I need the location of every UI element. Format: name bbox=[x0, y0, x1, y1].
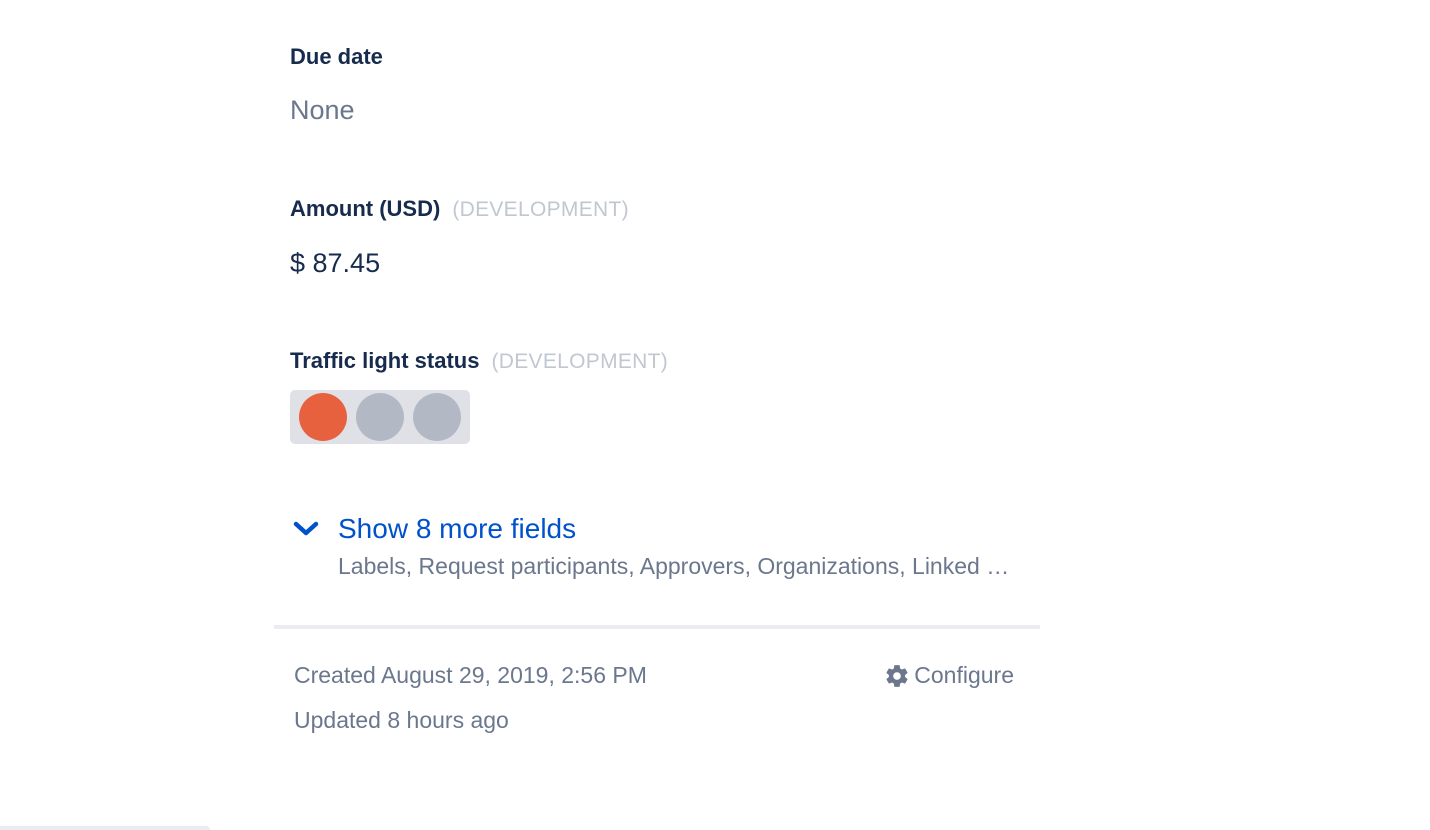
amount-label: Amount (USD) bbox=[290, 196, 441, 221]
amount-value[interactable]: $ 87.45 bbox=[290, 248, 629, 279]
traffic-light-selector bbox=[290, 390, 470, 444]
traffic-light-development-tag: (DEVELOPMENT) bbox=[491, 350, 669, 373]
due-date-value[interactable]: None bbox=[290, 95, 383, 126]
show-more-fields-title: Show 8 more fields bbox=[338, 513, 577, 544]
due-date-field: Due date None bbox=[290, 44, 383, 126]
due-date-label: Due date bbox=[290, 44, 383, 69]
show-more-fields-button[interactable]: Show 8 more fields bbox=[290, 513, 1030, 545]
traffic-light-red[interactable] bbox=[299, 393, 347, 441]
bottom-edge bbox=[0, 826, 210, 830]
traffic-light-label: Traffic light status bbox=[290, 348, 480, 373]
configure-label: Configure bbox=[914, 662, 1014, 688]
more-fields-summary: Labels, Request participants, Approvers,… bbox=[338, 553, 1014, 579]
updated-timestamp: Updated 8 hours ago bbox=[294, 707, 509, 733]
created-timestamp: Created August 29, 2019, 2:56 PM bbox=[294, 662, 647, 688]
traffic-light-amber[interactable] bbox=[356, 393, 404, 441]
gear-icon bbox=[884, 663, 914, 689]
configure-button[interactable]: Configure bbox=[884, 662, 1014, 689]
amount-field: Amount (USD) (DEVELOPMENT) $ 87.45 bbox=[290, 196, 629, 279]
issue-details-panel: Due date None Amount (USD) (DEVELOPMENT)… bbox=[274, 0, 1040, 830]
traffic-light-field: Traffic light status (DEVELOPMENT) bbox=[290, 348, 668, 444]
traffic-light-green[interactable] bbox=[413, 393, 461, 441]
show-more-fields: Show 8 more fields Labels, Request parti… bbox=[290, 513, 1030, 580]
chevron-down-icon bbox=[290, 513, 322, 545]
amount-development-tag: (DEVELOPMENT) bbox=[452, 198, 629, 221]
divider bbox=[274, 625, 1040, 629]
